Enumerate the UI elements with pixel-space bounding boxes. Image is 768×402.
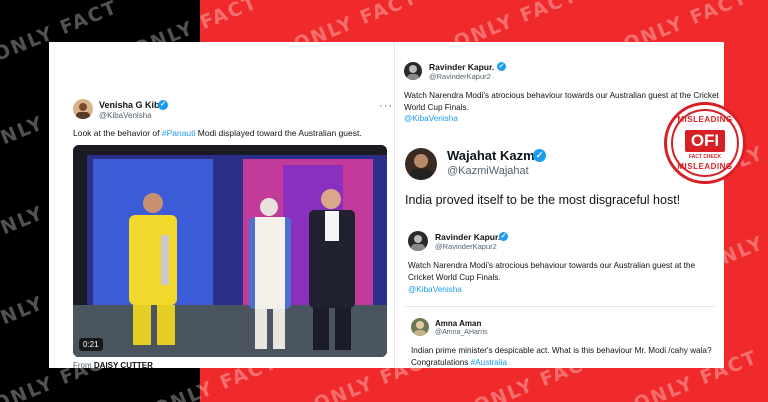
- tweet-text: Indian prime minister's despicable act. …: [411, 345, 719, 369]
- mention-link[interactable]: @KibaVenisha: [404, 114, 458, 123]
- verified-icon: ✓: [158, 100, 168, 110]
- tweet-text: Look at the behavior of #Panauti Modi di…: [73, 128, 383, 138]
- tweet-card-right: Ravinder Kapur. ✓ @RavinderKapur2 Watch …: [394, 42, 724, 368]
- avatar[interactable]: [405, 148, 437, 180]
- avatar[interactable]: [408, 231, 428, 251]
- stamp-sub-text: FACT CHECK: [688, 154, 722, 160]
- person-icon: [410, 154, 432, 180]
- author-handle[interactable]: @RavinderKapur2: [435, 242, 497, 251]
- person-icon: [414, 321, 426, 336]
- tweet-text-part: Indian prime minister's despicable act. …: [411, 346, 712, 367]
- person-icon: [411, 235, 425, 251]
- author-handle[interactable]: @Amna_AHarris: [435, 329, 488, 336]
- person-icon: [76, 103, 90, 119]
- from-label: From: [73, 361, 92, 370]
- hashtag-link[interactable]: #Panauti: [162, 128, 196, 138]
- author-name[interactable]: Ravinder Kapur.: [435, 232, 500, 242]
- author-name[interactable]: Wajahat Kazmi: [447, 148, 538, 163]
- divider: [405, 306, 715, 307]
- more-options-icon[interactable]: ···: [379, 100, 393, 112]
- avatar[interactable]: [411, 318, 429, 336]
- tweet-text-part: Look at the behavior of: [73, 128, 162, 138]
- author-handle[interactable]: @KibaVenisha: [99, 111, 152, 120]
- stamp-logo: OFI: [685, 130, 725, 152]
- author-name[interactable]: Amna Aman: [435, 319, 481, 328]
- verified-icon: ✓: [497, 62, 506, 71]
- mention-link[interactable]: @KibaVenisha: [408, 285, 462, 294]
- video-source: From DAISY CUTTER: [73, 361, 153, 370]
- verified-icon: ✓: [533, 149, 546, 162]
- video-frame-illustration: [73, 145, 387, 357]
- video-duration: 0:21: [79, 338, 103, 351]
- from-source[interactable]: DAISY CUTTER: [94, 361, 153, 370]
- avatar[interactable]: [73, 99, 93, 119]
- tweet-text: Watch Narendra Modi's atrocious behaviou…: [408, 261, 696, 282]
- stamp-top-text: MISLEADING: [677, 115, 733, 124]
- person-icon: [407, 65, 419, 80]
- hashtag-link[interactable]: #Australia: [471, 358, 507, 367]
- author-handle[interactable]: @RavinderKapur2: [429, 72, 491, 81]
- misleading-stamp: MISLEADING OFI FACT CHECK MISLEADING: [664, 102, 746, 184]
- avatar[interactable]: [404, 62, 422, 80]
- tweet-text: India proved itself to be the most disgr…: [405, 193, 681, 207]
- author-name[interactable]: Ravinder Kapur.: [429, 62, 494, 72]
- author-handle[interactable]: @KazmiWajahat: [447, 165, 529, 177]
- verified-icon: ✓: [499, 232, 508, 241]
- tweet-text-part: Modi displayed toward the Australian gue…: [195, 128, 362, 138]
- tweet-text: Watch Narendra Modi's atrocious behaviou…: [404, 91, 719, 112]
- video-player[interactable]: 0:21: [73, 145, 387, 357]
- author-name[interactable]: Venisha G Kiba: [99, 100, 165, 110]
- stamp-bottom-text: MISLEADING: [677, 162, 733, 171]
- tweet-card-left: Venisha G Kiba ✓ @KibaVenisha Look at th…: [49, 42, 394, 370]
